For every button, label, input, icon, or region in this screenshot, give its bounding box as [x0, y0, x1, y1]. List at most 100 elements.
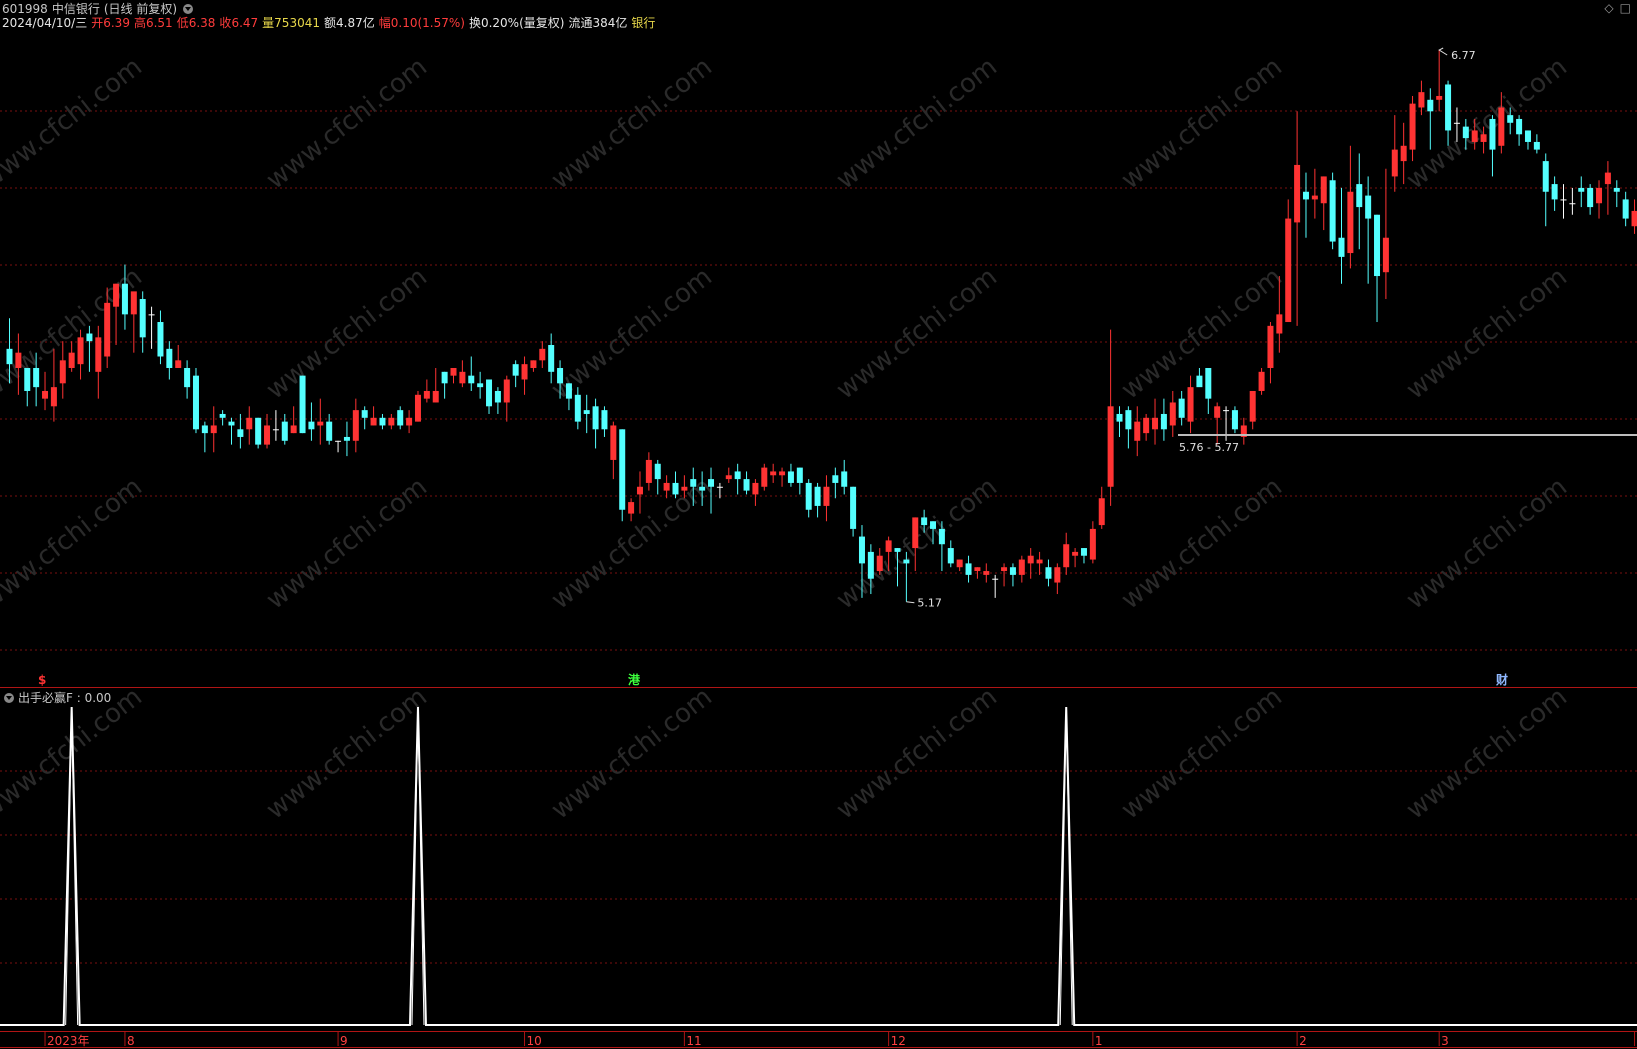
candle-body: [184, 367, 191, 388]
candle-body: [113, 283, 120, 307]
candle-body: [1338, 237, 1345, 257]
candle-body: [858, 536, 865, 564]
candle-body: [441, 371, 448, 384]
candle: [317, 398, 324, 445]
candle-body: [1036, 559, 1043, 564]
candle-body: [601, 410, 608, 430]
candle: [761, 463, 768, 491]
candle-body: [619, 429, 626, 510]
candle-body: [716, 486, 723, 488]
watermark: www.cfchi.com: [1116, 52, 1288, 196]
candle-body: [121, 283, 128, 315]
candle: [1613, 180, 1620, 208]
candle-body: [1223, 410, 1230, 412]
candle: [299, 375, 306, 434]
candle-body: [850, 486, 857, 529]
candle-body: [1453, 122, 1460, 124]
candle-body: [1187, 387, 1194, 422]
dropdown-icon[interactable]: [183, 4, 194, 14]
candle: [654, 459, 661, 495]
candle: [1107, 329, 1114, 506]
candle: [1205, 367, 1212, 414]
candle-body: [947, 548, 954, 564]
candle-body: [832, 475, 839, 483]
candle: [1311, 168, 1318, 219]
candle: [1365, 176, 1372, 284]
period-label[interactable]: (日线 前复权): [104, 2, 177, 16]
indicator-value: : 0.00: [76, 691, 112, 705]
candle-body: [1311, 195, 1318, 200]
candle-body: [1178, 398, 1185, 418]
candle: [1134, 406, 1141, 457]
candle-body: [361, 410, 368, 418]
candle-body: [565, 383, 572, 399]
candle: [166, 341, 173, 380]
candle-body: [379, 417, 386, 426]
x-tick-label: 2023年: [47, 1034, 90, 1048]
candle-body: [583, 410, 590, 414]
candle: [1187, 375, 1194, 434]
candle-body: [1160, 413, 1167, 430]
candle-body: [1063, 544, 1070, 568]
candle: [1196, 367, 1203, 388]
indicator-name[interactable]: 出手必赢F: [18, 691, 73, 705]
candle: [636, 471, 643, 514]
candle-body: [592, 406, 599, 430]
candle: [290, 406, 297, 434]
candle: [1409, 95, 1416, 162]
open-label: 开6.39: [91, 16, 130, 30]
candle-body: [681, 486, 688, 491]
candle-body: [938, 528, 945, 545]
candle-body: [299, 375, 306, 434]
candle-body: [1613, 187, 1620, 192]
candle-body: [654, 463, 661, 480]
candle-body: [663, 482, 670, 491]
candle: [308, 402, 315, 441]
candle: [255, 417, 262, 449]
candle-body: [1560, 199, 1567, 201]
candle: [805, 479, 812, 518]
window-controls: ◇ □: [1598, 1, 1631, 15]
candle: [1089, 521, 1096, 564]
candle-body: [1116, 413, 1123, 422]
candle: [1080, 548, 1087, 564]
diamond-icon[interactable]: ◇: [1604, 1, 1613, 15]
candle-body: [1445, 84, 1452, 131]
candle-body: [237, 429, 244, 437]
candle-body: [432, 390, 439, 403]
candle-body: [770, 471, 777, 476]
candle: [1427, 88, 1434, 150]
candle: [1214, 402, 1221, 445]
candle-body: [1080, 548, 1087, 556]
candle-body: [503, 379, 510, 403]
candle-body: [921, 517, 928, 526]
expand-icon[interactable]: □: [1620, 1, 1631, 15]
candle-body: [761, 467, 768, 487]
candle: [1036, 551, 1043, 575]
candle: [414, 390, 421, 422]
candle: [1320, 176, 1327, 231]
candle-body: [281, 421, 288, 441]
candle-body: [1152, 417, 1159, 430]
candle: [1516, 115, 1523, 146]
watermark: www.cfchi.com: [1116, 682, 1288, 826]
candle-body: [1054, 567, 1061, 583]
candle: [1098, 486, 1105, 529]
indicator-inner-line: [65, 710, 1073, 1026]
candle: [486, 379, 493, 414]
sector-label[interactable]: 银行: [631, 16, 655, 30]
candle: [1533, 134, 1540, 154]
watermark: www.cfchi.com: [0, 472, 148, 616]
candle-body: [574, 394, 581, 422]
candle-body: [450, 367, 457, 376]
low-price-label: 5.17: [917, 597, 942, 610]
candle-body: [414, 394, 421, 422]
x-tick-label: 11: [686, 1034, 701, 1048]
indicator-menu-icon[interactable]: [4, 693, 14, 703]
candle: [610, 421, 617, 480]
candle-body: [343, 436, 350, 441]
candle-body: [1089, 528, 1096, 560]
x-tick-label: 1: [1095, 1034, 1103, 1048]
candle-body: [1329, 180, 1336, 242]
candle-body: [68, 352, 75, 368]
